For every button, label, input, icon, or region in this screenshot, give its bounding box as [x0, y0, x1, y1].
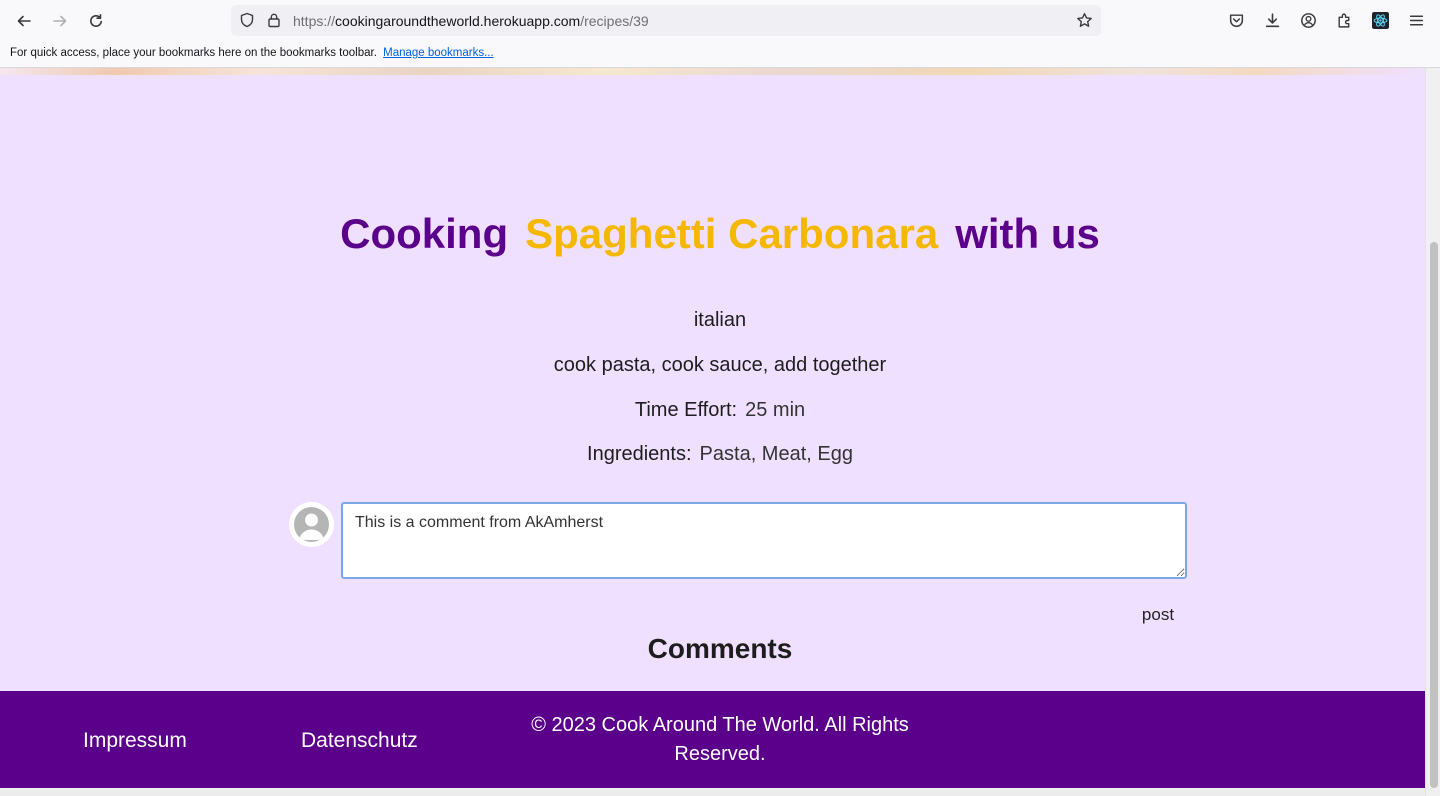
url-path: /recipes/39: [580, 13, 649, 29]
url-text[interactable]: https://cookingaroundtheworld.herokuapp.…: [293, 13, 649, 29]
recipe-title: Cooking Spaghetti Carbonara with us: [0, 210, 1440, 258]
avatar: [289, 502, 334, 547]
horizontal-scrollbar[interactable]: [0, 788, 1425, 796]
react-devtools-button[interactable]: [1371, 11, 1389, 29]
footer: Impressum Datenschutz © 2023 Cook Around…: [0, 691, 1425, 788]
bookmarks-toolbar: For quick access, place your bookmarks h…: [0, 42, 1440, 68]
app-menu-button[interactable]: [1407, 11, 1425, 29]
time-effort-value: 25 min: [745, 399, 806, 421]
datenschutz-link[interactable]: Datenschutz: [301, 729, 418, 753]
recipe-cuisine: italian: [693, 309, 747, 331]
ingredients-label: Ingredients:: [587, 443, 692, 465]
impressum-link[interactable]: Impressum: [83, 729, 187, 753]
recipe-instructions: cook pasta, cook sauce, add together: [553, 354, 887, 376]
bookmarks-hint-text: For quick access, place your bookmarks h…: [10, 47, 377, 59]
extensions-button[interactable]: [1335, 11, 1353, 29]
lock-icon[interactable]: [266, 12, 282, 28]
reload-icon: [90, 14, 102, 27]
bookmark-star-icon[interactable]: [1076, 12, 1093, 29]
ingredients-value: Pasta, Meat, Egg: [699, 443, 853, 465]
title-prefix: Cooking: [340, 210, 509, 257]
time-effort-label: Time Effort:: [634, 399, 738, 421]
pocket-button[interactable]: [1227, 11, 1245, 29]
tracking-protection-shield-icon[interactable]: [239, 12, 255, 28]
comments-heading: Comments: [647, 633, 793, 664]
pocket-icon: [1229, 13, 1243, 27]
bookmarks-hint: For quick access, place your bookmarks h…: [10, 47, 494, 59]
page-scrollbar[interactable]: [1425, 68, 1440, 796]
back-arrow-icon: [17, 15, 31, 27]
puzzle-piece-icon: [1337, 13, 1349, 28]
back-button[interactable]: [11, 8, 37, 34]
user-avatar-icon: [294, 507, 329, 542]
downloads-button[interactable]: [1263, 11, 1281, 29]
react-logo-icon: [1371, 11, 1389, 29]
post-comment-button[interactable]: post: [1130, 604, 1186, 626]
manage-bookmarks-link[interactable]: Manage bookmarks...: [383, 47, 494, 59]
hamburger-menu-icon: [1409, 15, 1423, 25]
hero-image-edge: [0, 68, 1425, 75]
account-button[interactable]: [1299, 11, 1317, 29]
url-scheme: https://: [293, 13, 336, 29]
account-icon: [1300, 12, 1316, 28]
recipe-name: Spaghetti Carbonara: [525, 210, 939, 257]
url-domain: cookingaroundtheworld.herokuapp.com: [335, 13, 581, 29]
title-suffix: with us: [955, 210, 1100, 257]
comment-input[interactable]: This is a comment from AkAmherst: [341, 502, 1187, 579]
copyright-text: © 2023 Cook Around The World. All Rights…: [531, 714, 909, 765]
browser-toolbar: https://cookingaroundtheworld.herokuapp.…: [0, 0, 1440, 42]
forward-arrow-icon: [53, 15, 67, 27]
download-icon: [1265, 12, 1279, 27]
recipe-ingredients: Ingredients: Pasta, Meat, Egg: [0, 443, 1440, 466]
recipe-time-effort: Time Effort: 25 min: [0, 399, 1440, 422]
reload-button[interactable]: [83, 8, 109, 34]
address-bar[interactable]: https://cookingaroundtheworld.herokuapp.…: [231, 5, 1101, 36]
forward-button[interactable]: [47, 8, 73, 34]
